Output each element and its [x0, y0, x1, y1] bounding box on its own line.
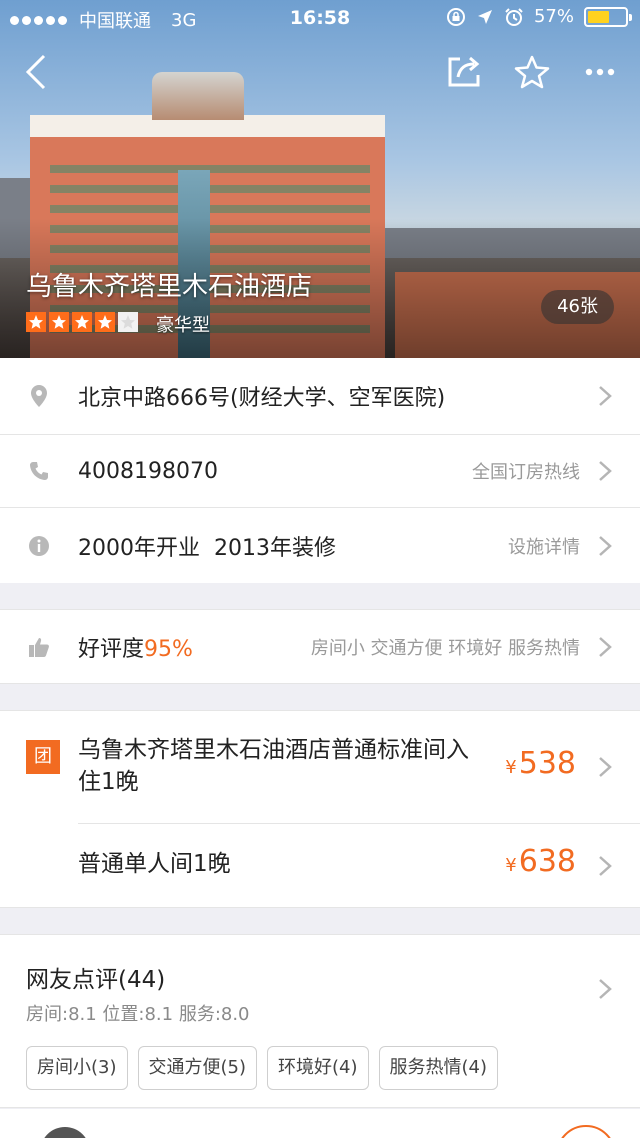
review-tag[interactable]: 环境好(4) [267, 1046, 369, 1090]
address-row[interactable]: 北京中路666号(财经大学、空军医院) [0, 358, 640, 434]
star-empty-icon [118, 312, 138, 332]
review-tags: 房间小(3) 交通方便(5) 环境好(4) 服务热情(4) [26, 1046, 498, 1090]
phone-icon [28, 460, 50, 482]
reviews-title: 网友点评(44) [26, 967, 166, 993]
star-rating [26, 312, 138, 332]
rating-section: 好评度95% 房间小 交通方便 环境好 服务热情 [0, 609, 640, 684]
photo-count-badge[interactable]: 46张 [541, 290, 614, 324]
thumbs-up-icon [28, 636, 50, 658]
deal-item[interactable]: 乌鲁木齐塔里木石油酒店普通标准间入住1晚 ¥538 [0, 710, 640, 823]
chevron-left-icon [25, 54, 46, 90]
chevron-right-icon [599, 461, 612, 481]
review-scores: 房间:8.1 位置:8.1 服务:8.0 [26, 1004, 250, 1025]
group-deals-section: 团 乌鲁木齐塔里木石油酒店普通标准间入住1晚 ¥538 普通单人间1晚 ¥638 [0, 710, 640, 908]
divider [0, 683, 640, 684]
hotel-tower-crown [152, 72, 244, 120]
reviews-section[interactable]: 网友点评(44) 房间:8.1 位置:8.1 服务:8.0 房间小(3) 交通方… [0, 934, 640, 1108]
star-icon [514, 55, 550, 89]
rating-label: 好评度95% [78, 631, 193, 663]
star-filled-icon [49, 312, 69, 332]
rating-percent: 95% [144, 636, 193, 662]
battery-icon [584, 6, 632, 27]
star-filled-icon [72, 312, 92, 332]
info-icon [28, 535, 50, 557]
divider [0, 934, 640, 935]
deal-price: ¥538 [505, 746, 576, 781]
deal-title: 普通单人间1晚 [78, 851, 231, 877]
favorite-button[interactable] [510, 52, 554, 92]
chevron-right-icon [599, 979, 612, 999]
back-button[interactable] [14, 52, 58, 92]
hotel-info-section: 北京中路666号(财经大学、空军医院) 4008198070 全国订房热线 20… [0, 358, 640, 583]
deal-title: 乌鲁木齐塔里木石油酒店普通标准间入住1晚 [78, 737, 469, 795]
hotel-photo-header[interactable]: 中国联通 3G 16:58 57% 乌鲁木齐塔里木石油酒店 豪华型 46张 [0, 0, 640, 358]
review-stamp-icon [556, 1125, 616, 1138]
deal-item[interactable]: 普通单人间1晚 ¥638 [0, 824, 640, 908]
status-bar: 中国联通 3G 16:58 57% [0, 0, 640, 36]
battery-percent: 57% [533, 6, 574, 27]
chevron-right-icon [599, 856, 612, 876]
phone-number: 4008198070 [78, 458, 218, 484]
reviewer-avatar [40, 1127, 90, 1138]
rating-tags-summary: 房间小 交通方便 环境好 服务热情 [310, 637, 580, 659]
currency-symbol: ¥ [505, 757, 517, 778]
review-tag[interactable]: 服务热情(4) [378, 1046, 498, 1090]
address-text: 北京中路666号(财经大学、空军医院) [78, 386, 446, 411]
rotation-lock-icon [446, 7, 465, 26]
divider [0, 1107, 640, 1108]
phone-row[interactable]: 4008198070 全国订房热线 [0, 435, 640, 507]
deal-price-value: 638 [518, 844, 576, 879]
chevron-right-icon [599, 636, 612, 657]
facility-row[interactable]: 2000年开业 2013年装修 设施详情 [0, 508, 640, 583]
phone-hint: 全国订房热线 [472, 462, 580, 483]
facility-detail-link: 设施详情 [508, 536, 580, 558]
hotel-name: 乌鲁木齐塔里木石油酒店 [26, 272, 313, 302]
deal-price: ¥638 [505, 844, 576, 879]
more-dots-icon [585, 68, 615, 76]
chevron-right-icon [599, 535, 612, 556]
rating-label-text: 好评度 [78, 636, 145, 662]
share-button[interactable] [442, 52, 486, 92]
star-filled-icon [95, 312, 115, 332]
review-tag[interactable]: 交通方便(5) [137, 1046, 257, 1090]
location-pin-icon [28, 385, 50, 407]
alarm-icon [505, 7, 523, 26]
opening-renovation-text: 2000年开业 2013年装修 [78, 535, 336, 561]
review-tag[interactable]: 房间小(3) [26, 1046, 128, 1090]
chevron-right-icon [599, 386, 612, 406]
location-arrow-icon [477, 9, 492, 24]
rating-row[interactable]: 好评度95% 房间小 交通方便 环境好 服务热情 [0, 609, 640, 684]
deal-price-value: 538 [518, 746, 576, 781]
star-filled-icon [26, 312, 46, 332]
currency-symbol: ¥ [505, 855, 517, 876]
chevron-right-icon [599, 757, 612, 777]
divider [0, 907, 640, 908]
share-icon [448, 56, 480, 87]
more-button[interactable] [578, 52, 622, 92]
review-preview [0, 1109, 640, 1138]
hotel-type: 豪华型 [156, 315, 210, 336]
